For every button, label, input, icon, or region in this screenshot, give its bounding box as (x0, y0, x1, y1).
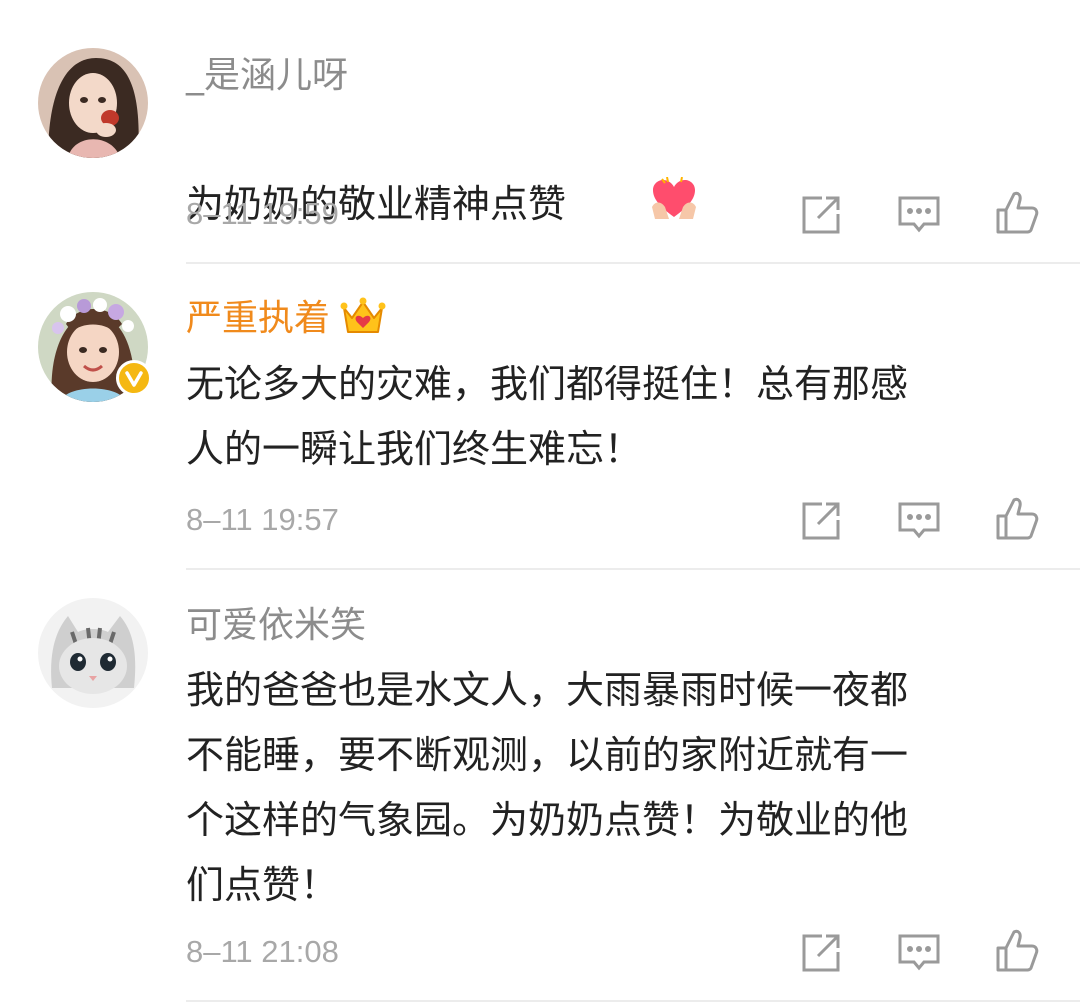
divider (186, 568, 1080, 570)
avatar[interactable] (38, 292, 152, 402)
kitten-avatar-icon (38, 598, 148, 708)
share-icon[interactable] (798, 192, 844, 238)
username[interactable]: 严重执着 (186, 296, 386, 347)
comment-text: 我的爸爸也是水文人，大雨暴雨时候一夜都 不能睡，要不断观测，以前的家附近就有一 … (186, 668, 909, 907)
comment-icon[interactable] (896, 192, 942, 238)
heart-hands-emoji-icon (576, 112, 698, 243)
comment-text: 无论多大的灾难，我们都得挺住！总有那感 人的一瞬让我们终生难忘！ (186, 362, 909, 471)
like-icon[interactable] (994, 494, 1040, 540)
comment-icon[interactable] (896, 930, 942, 976)
username[interactable]: 可爱依米笑 (186, 604, 366, 648)
username[interactable]: _是涵儿呀 (186, 54, 348, 98)
share-icon[interactable] (798, 930, 844, 976)
username-text: 严重执着 (186, 298, 331, 339)
girl-portrait-avatar-icon (38, 48, 148, 158)
crown-vip-icon (340, 296, 386, 347)
avatar[interactable] (38, 48, 148, 158)
divider (186, 262, 1080, 264)
verified-badge-icon (116, 360, 152, 396)
like-icon[interactable] (994, 188, 1040, 234)
comment-icon[interactable] (896, 498, 942, 544)
timestamp: 8–11 19:59 (186, 196, 339, 231)
share-icon[interactable] (798, 498, 844, 544)
timestamp: 8–11 21:08 (186, 934, 339, 969)
timestamp: 8–11 19:57 (186, 502, 339, 537)
divider (186, 1000, 1080, 1002)
like-icon[interactable] (994, 926, 1040, 972)
avatar[interactable] (38, 598, 148, 708)
